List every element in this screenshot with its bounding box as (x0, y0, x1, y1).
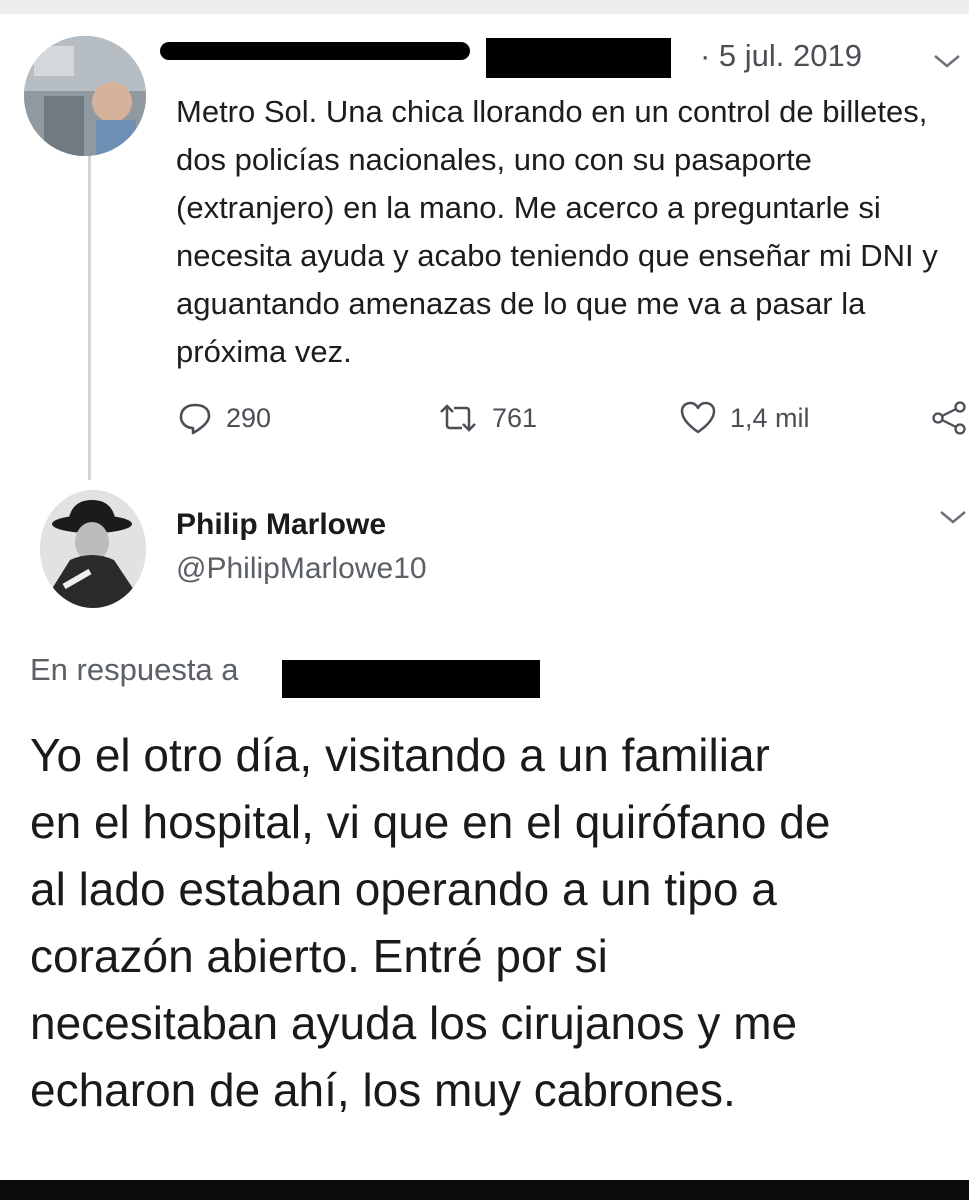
bottom-edge (0, 1180, 969, 1200)
author-handle[interactable]: @PhilipMarlowe10 (176, 552, 427, 586)
top-edge (0, 0, 969, 14)
chevron-down-icon[interactable] (932, 52, 962, 70)
chevron-down-icon[interactable] (938, 508, 968, 526)
tweet-text: Metro Sol. Una chica llorando en un cont… (176, 94, 938, 369)
author-name[interactable]: Philip Marlowe (176, 508, 386, 542)
like-count: 1,4 mil (730, 402, 810, 433)
reply-text: Yo el otro día, visitando a un familiar … (30, 729, 831, 1116)
avatar-photo-icon (24, 36, 146, 156)
avatar-photo-icon (40, 490, 146, 608)
share-icon (932, 401, 966, 435)
redacted-reply-target (282, 660, 540, 698)
redacted-display-name (160, 42, 470, 60)
avatar[interactable] (24, 36, 146, 156)
thread-connector (88, 150, 91, 480)
share-button[interactable] (930, 398, 969, 438)
retweet-button[interactable]: 761 (438, 398, 537, 438)
like-icon (680, 401, 716, 434)
retweet-count: 761 (492, 402, 538, 433)
reply-count: 290 (226, 402, 272, 433)
in-reply-to-label: En respuesta a (30, 652, 239, 687)
reply-button[interactable]: 290 (178, 398, 271, 438)
redacted-username (486, 38, 671, 78)
avatar[interactable] (40, 490, 146, 608)
retweet-icon (440, 404, 476, 432)
like-button[interactable]: 1,4 mil (680, 398, 810, 438)
reply-icon (179, 403, 211, 435)
tweet-date[interactable]: · 5 jul. 2019 (700, 38, 862, 74)
